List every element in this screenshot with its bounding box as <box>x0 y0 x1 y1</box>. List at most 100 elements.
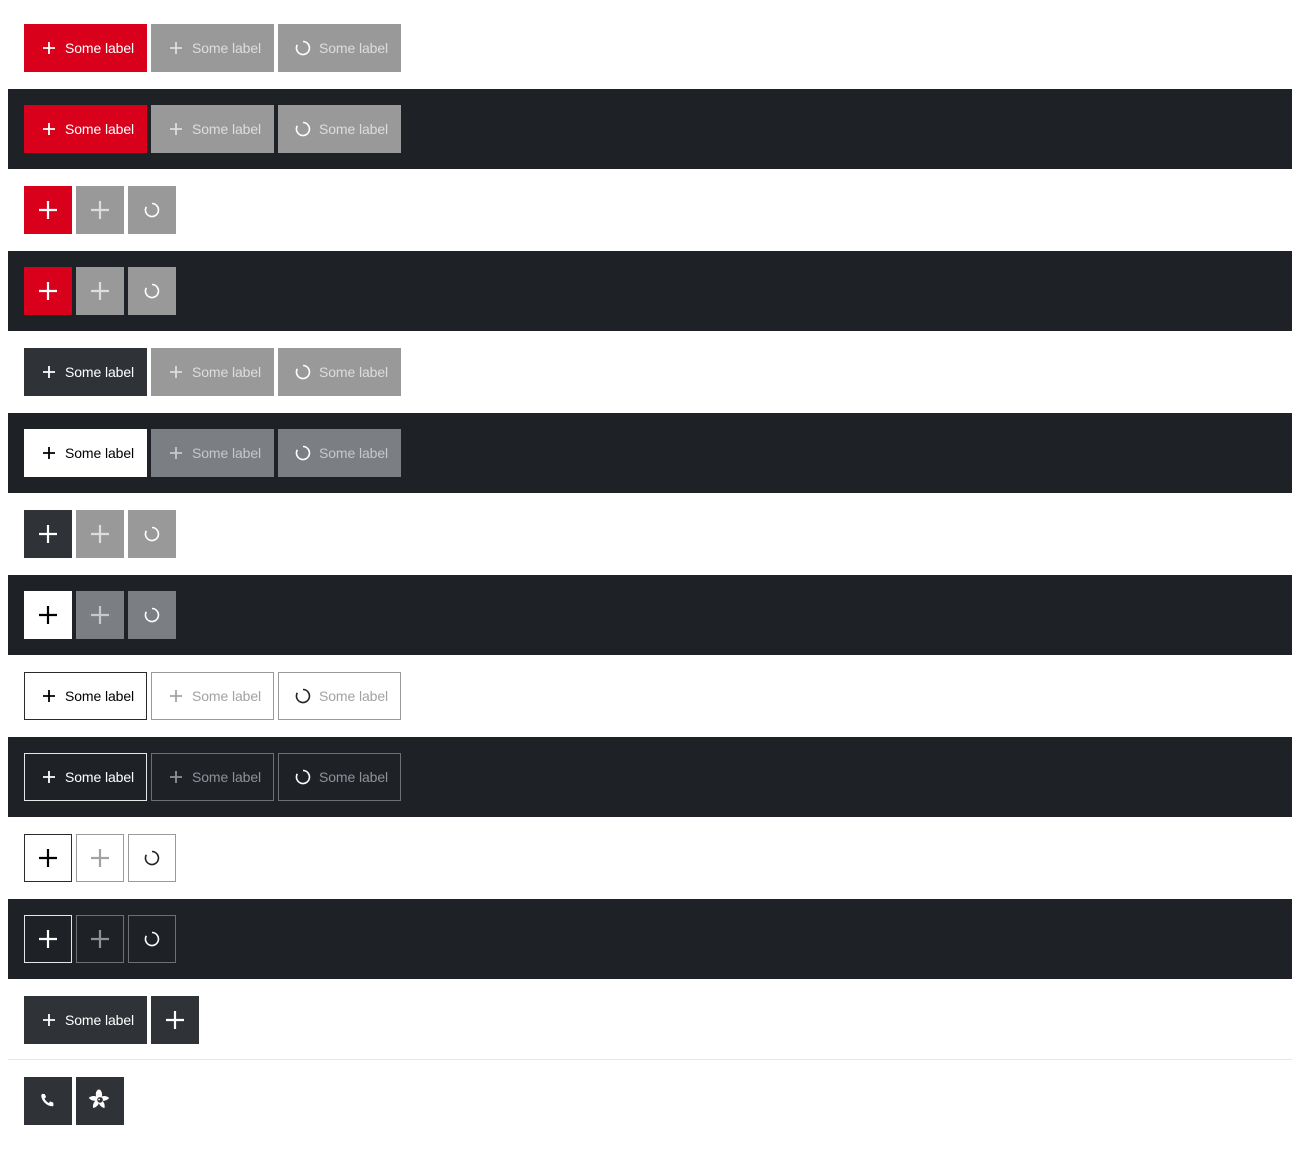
plus-icon <box>91 525 109 543</box>
button-label: Some label <box>192 769 262 785</box>
plus-icon <box>170 447 182 459</box>
outline-button-loading[interactable]: Some label <box>278 672 401 720</box>
button-label: Some label <box>319 688 389 704</box>
secondary-button-loading[interactable]: Some label <box>278 429 401 477</box>
primary-icon-button[interactable] <box>24 186 72 234</box>
flower-button[interactable] <box>76 1077 124 1125</box>
plus-icon <box>39 525 57 543</box>
secondary-button-loading[interactable]: Some label <box>278 348 401 396</box>
primary-icon-button-loading[interactable] <box>128 267 176 315</box>
primary-button-loading[interactable]: Some label <box>278 24 401 72</box>
spinner-icon <box>144 931 160 947</box>
row-secondary-labeled-light: Some label Some label Some label <box>8 332 1292 412</box>
plus-icon <box>43 771 55 783</box>
plus-icon <box>39 201 57 219</box>
spinner-icon <box>295 121 311 137</box>
plus-icon <box>43 690 55 702</box>
button-label: Some label <box>192 688 262 704</box>
row-secondary-icon-light <box>8 494 1292 574</box>
secondary-button[interactable]: Some label <box>24 429 147 477</box>
button-label: Some label <box>319 121 389 137</box>
row-primary-icon-light <box>8 170 1292 250</box>
button-label: Some label <box>192 445 262 461</box>
secondary-button[interactable]: Some label <box>24 996 147 1044</box>
plus-icon <box>43 1014 55 1026</box>
row-outline-icon-dark <box>8 899 1292 979</box>
spinner-icon <box>295 364 311 380</box>
plus-icon <box>91 606 109 624</box>
outline-icon-button-loading[interactable] <box>128 834 176 882</box>
plus-icon <box>166 1011 184 1029</box>
primary-button-disabled[interactable]: Some label <box>151 24 274 72</box>
primary-button[interactable]: Some label <box>24 105 147 153</box>
primary-button-disabled[interactable]: Some label <box>151 105 274 153</box>
plus-icon <box>91 849 109 867</box>
row-outline-labeled-dark: Some label Some label Some label <box>8 737 1292 817</box>
spinner-icon <box>295 40 311 56</box>
secondary-button-disabled[interactable]: Some label <box>151 429 274 477</box>
button-label: Some label <box>65 769 135 785</box>
row-primary-labeled-light: Some label Some label Some label <box>8 8 1292 88</box>
secondary-icon-button-loading[interactable] <box>128 591 176 639</box>
outline-button-loading[interactable]: Some label <box>278 753 401 801</box>
secondary-button[interactable]: Some label <box>24 348 147 396</box>
button-label: Some label <box>192 121 262 137</box>
plus-icon <box>170 123 182 135</box>
plus-icon <box>39 930 57 948</box>
secondary-icon-button-disabled[interactable] <box>76 591 124 639</box>
spinner-icon <box>144 850 160 866</box>
row-primary-labeled-dark: Some label Some label Some label <box>8 89 1292 169</box>
outline-icon-button-disabled[interactable] <box>76 834 124 882</box>
phone-button[interactable] <box>24 1077 72 1125</box>
outline-button-disabled[interactable]: Some label <box>151 753 274 801</box>
primary-icon-button-loading[interactable] <box>128 186 176 234</box>
primary-icon-button-disabled[interactable] <box>76 186 124 234</box>
outline-icon-button[interactable] <box>24 915 72 963</box>
row-secondary-icon-dark <box>8 575 1292 655</box>
phone-icon <box>41 1093 54 1107</box>
outline-icon-button[interactable] <box>24 834 72 882</box>
plus-icon <box>170 42 182 54</box>
secondary-icon-button[interactable] <box>24 591 72 639</box>
button-label: Some label <box>65 364 135 380</box>
button-label: Some label <box>65 1012 135 1028</box>
button-label: Some label <box>65 121 135 137</box>
plus-icon <box>170 366 182 378</box>
button-label: Some label <box>319 769 389 785</box>
button-label: Some label <box>319 364 389 380</box>
row-outline-icon-light <box>8 818 1292 898</box>
secondary-icon-button[interactable] <box>151 996 199 1044</box>
outline-button[interactable]: Some label <box>24 672 147 720</box>
primary-icon-button-disabled[interactable] <box>76 267 124 315</box>
button-label: Some label <box>319 445 389 461</box>
spinner-icon <box>295 445 311 461</box>
secondary-icon-button[interactable] <box>24 510 72 558</box>
outline-icon-button-disabled[interactable] <box>76 915 124 963</box>
plus-icon <box>170 690 182 702</box>
secondary-button-disabled[interactable]: Some label <box>151 348 274 396</box>
secondary-icon-button-disabled[interactable] <box>76 510 124 558</box>
outline-icon-button-loading[interactable] <box>128 915 176 963</box>
plus-icon <box>39 606 57 624</box>
primary-button-loading[interactable]: Some label <box>278 105 401 153</box>
spinner-icon <box>295 769 311 785</box>
primary-button[interactable]: Some label <box>24 24 147 72</box>
flower-icon <box>88 1089 110 1109</box>
primary-icon-button[interactable] <box>24 267 72 315</box>
plus-icon <box>43 366 55 378</box>
button-label: Some label <box>65 445 135 461</box>
spinner-icon <box>295 688 311 704</box>
button-label: Some label <box>65 688 135 704</box>
button-label: Some label <box>319 40 389 56</box>
spinner-icon <box>144 607 160 623</box>
plus-icon <box>39 282 57 300</box>
plus-icon <box>43 42 55 54</box>
outline-button-disabled[interactable]: Some label <box>151 672 274 720</box>
spinner-icon <box>144 526 160 542</box>
plus-icon <box>39 849 57 867</box>
secondary-icon-button-loading[interactable] <box>128 510 176 558</box>
button-label: Some label <box>192 364 262 380</box>
outline-button[interactable]: Some label <box>24 753 147 801</box>
plus-icon <box>91 201 109 219</box>
plus-icon <box>43 447 55 459</box>
